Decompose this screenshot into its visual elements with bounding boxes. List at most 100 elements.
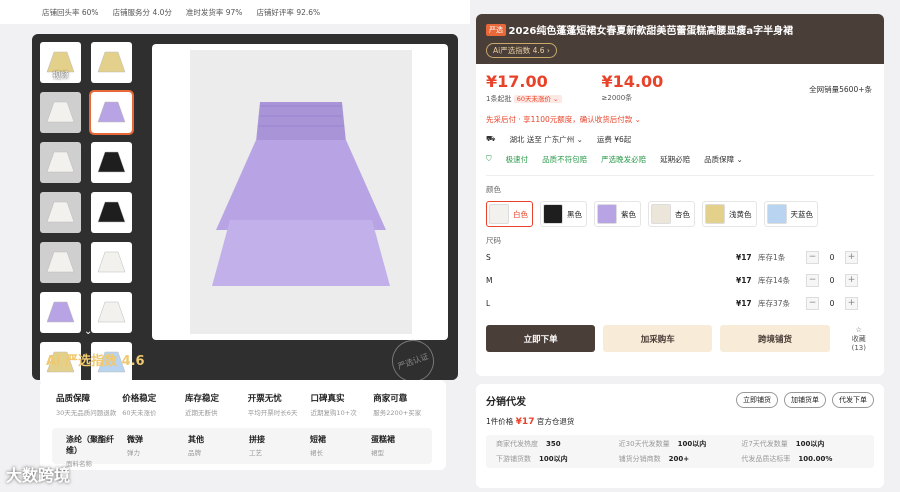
service-quality: 品质不符包赔 — [542, 155, 588, 164]
service-list: ⛉ 极速付 品质不符包赔 严选晚发必赔 延期必赔 品质保障 ⌄ — [486, 154, 874, 165]
thumbnail-3[interactable] — [40, 92, 81, 133]
guarantee-item: 库存稳定 近期无断供 — [185, 392, 242, 417]
minus-button[interactable]: − — [806, 297, 819, 310]
guarantee-item: 品质保障 30天无品质问题退款 — [56, 392, 116, 417]
attribute-name: 弹力 — [127, 449, 140, 457]
size-price: ¥17 — [736, 253, 752, 262]
color-name: 浅黄色 — [729, 209, 752, 219]
plus-button[interactable]: + — [845, 274, 858, 287]
ship-route[interactable]: 湖北 送至 广东广州 ⌄ — [509, 134, 582, 145]
size-row: S ¥17 库存1条 −0 + — [486, 246, 874, 269]
add-list-button[interactable]: 加铺货单 — [784, 392, 826, 408]
min-order-label: 1条起批 — [486, 95, 512, 103]
color-swatch — [705, 204, 725, 224]
distribution-info: 1件价格 ¥17 官方仓退货 — [486, 416, 874, 427]
color-name: 紫色 — [621, 209, 636, 219]
color-name: 黑色 — [567, 209, 582, 219]
thumbnail-10[interactable] — [91, 242, 132, 283]
size-stock: 库存37条 — [758, 299, 791, 308]
product-title: 2026纯色蓬蓬短裙女春夏新款甜美芭蕾蛋糕高腰显瘦a字半身裙 — [508, 26, 794, 37]
title-bar: 严选 2026纯色蓬蓬短裙女春夏新款甜美芭蕾蛋糕高腰显瘦a字半身裙 Ai严选指数… — [476, 14, 884, 64]
guarantee-title: 口碑真实 — [310, 394, 345, 404]
attribute-item: 涤纶（聚酯纤维） 面料名称 — [66, 434, 123, 468]
service-fast-pay: 极速付 — [505, 155, 529, 164]
dropship-button[interactable]: 跨境铺货 — [720, 325, 830, 352]
plus-button[interactable]: + — [845, 297, 858, 310]
attribute-value: 其他 — [188, 435, 204, 444]
size-label: 尺码 — [486, 236, 501, 245]
price-tier-1: ¥17.00 1条起批 60天未涨价 ⌄ — [486, 72, 562, 104]
quantity-value[interactable]: 0 — [819, 253, 845, 262]
guarantee-title: 开票无忧 — [247, 394, 282, 404]
stat-value: 100以内 — [539, 455, 568, 463]
thumbnail-7[interactable] — [40, 192, 81, 233]
minus-button[interactable]: − — [806, 274, 819, 287]
stat-value: 100以内 — [677, 440, 707, 448]
quantity-value[interactable]: 0 — [819, 299, 845, 308]
stat-value: 100以内 — [795, 440, 825, 448]
stat-good-review-rate: 店铺好评率 92.6% — [256, 7, 321, 17]
color-option[interactable]: 天蓝色 — [763, 201, 818, 227]
thumbnail-11[interactable] — [40, 292, 81, 333]
color-name: 白色 — [513, 209, 528, 219]
add-to-cart-button[interactable]: 加采购车 — [603, 325, 713, 352]
unit-price: ¥17 — [515, 417, 535, 427]
color-name: 天蓝色 — [790, 209, 814, 219]
ai-index-chip[interactable]: Ai严选指数 4.6 › — [486, 43, 557, 58]
list-now-button[interactable]: 立即铺货 — [736, 392, 778, 408]
stat-value: 350 — [546, 440, 561, 448]
color-swatch — [543, 204, 563, 224]
attribute-list: 涤纶（聚酯纤维） 面料名称 微弹 弹力 其他 品牌 拼接 工艺 短裙 裙长 蛋糕裙 裙型 — [52, 428, 432, 468]
shield-icon: ⛉ — [486, 154, 492, 163]
stat-label: 近30天代发数量 — [618, 440, 670, 448]
stat-value: 200+ — [668, 455, 690, 463]
stat-label: 商家代发热度 — [496, 440, 538, 448]
color-option[interactable]: 紫色 — [594, 201, 641, 227]
dropship-order-button[interactable]: 代发下单 — [832, 392, 874, 408]
thumbnail-6[interactable] — [91, 142, 132, 183]
favorite-button[interactable]: ☆ 收藏 (13) — [844, 326, 874, 352]
thumbnail-2[interactable] — [91, 42, 132, 83]
distribution-panel: 分销代发 立即铺货 加铺货单 代发下单 1件价格 ¥17 官方仓退货 商家代发热… — [476, 384, 884, 488]
stat-ontime-rate: 准时发货率 97% — [185, 7, 243, 17]
thumbnail-12[interactable] — [91, 292, 132, 333]
service-guarantee[interactable]: 品质保障 ⌄ — [704, 154, 743, 165]
thumbnail-1[interactable]: 视频 — [40, 42, 81, 83]
thumbnail-5[interactable] — [40, 142, 81, 183]
main-product-image[interactable] — [152, 44, 448, 340]
star-icon: ☆ — [855, 325, 862, 334]
gallery-panel: 视频 ⌄ — [32, 34, 458, 383]
thumbnail-9[interactable] — [40, 242, 81, 283]
stat-label: 近7天代发数量 — [741, 440, 788, 448]
store-stats-bar: 店铺回头率 60% 店铺服务分 4.0分 准时发货率 97% 店铺好评率 92.… — [0, 0, 470, 24]
size-name: M — [486, 276, 493, 285]
color-option[interactable]: 黑色 — [540, 201, 587, 227]
plus-button[interactable]: + — [845, 251, 858, 264]
minus-button[interactable]: − — [806, 251, 819, 264]
attribute-item: 其他 品牌 — [188, 434, 245, 464]
size-name: S — [486, 253, 491, 262]
order-now-button[interactable]: 立即下单 — [486, 325, 596, 352]
price-value-1: ¥17.00 — [486, 72, 548, 91]
distribution-title: 分销代发 — [486, 396, 526, 408]
quantity-value[interactable]: 0 — [819, 276, 845, 285]
thumbnail-4[interactable] — [89, 90, 134, 135]
color-option[interactable]: 白色 — [486, 201, 533, 227]
price-stable-badge[interactable]: 60天未涨价 ⌄ — [513, 95, 562, 103]
color-option[interactable]: 浅黄色 — [702, 201, 757, 227]
color-swatch — [651, 204, 671, 224]
attribute-value: 拼接 — [249, 435, 265, 444]
pay-later-note[interactable]: 先采后付 · 享1100元额度，确认收货后付款 ⌄ — [486, 114, 874, 125]
color-option[interactable]: 杏色 — [648, 201, 695, 227]
guarantee-sub: 平均开票时长6天 — [247, 409, 298, 417]
color-label: 颜色 — [486, 185, 501, 194]
guarantee-item: 开票无忧平均开票时长6天 — [248, 392, 305, 417]
size-price: ¥17 — [736, 276, 752, 285]
chevron-down-icon[interactable]: ⌄ — [84, 326, 92, 337]
thumbnail-8[interactable] — [91, 192, 132, 233]
attribute-item: 微弹 弹力 — [127, 434, 184, 464]
truck-icon: ⛟ — [486, 134, 496, 143]
size-row: L ¥17 库存37条 −0 + — [486, 292, 874, 315]
size-list: S ¥17 库存1条 −0 + M ¥17 库存14条 −0 + L ¥17 库存37条 −0 + — [486, 246, 874, 315]
stat-service-score: 店铺服务分 4.0分 — [112, 7, 172, 17]
